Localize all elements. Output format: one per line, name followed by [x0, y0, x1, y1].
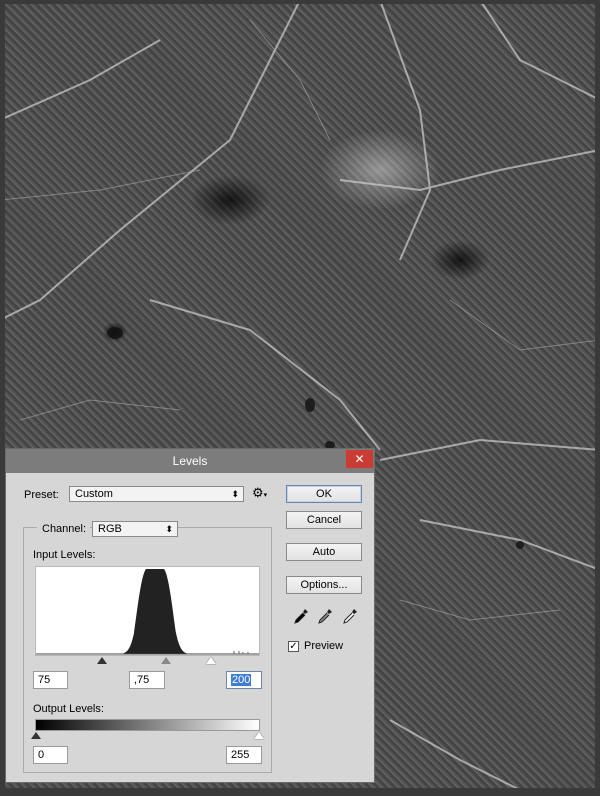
output-gradient	[35, 719, 260, 731]
input-black-slider[interactable]	[97, 657, 107, 664]
input-white-slider[interactable]	[206, 657, 216, 664]
cancel-button[interactable]: Cancel	[286, 511, 362, 529]
white-eyedropper-icon[interactable]	[342, 608, 358, 624]
input-gray-slider[interactable]	[161, 657, 171, 664]
preview-label[interactable]: Preview	[304, 640, 343, 652]
gear-icon[interactable]: ⚙▾	[252, 486, 267, 503]
output-white-value: 255	[231, 749, 250, 761]
input-black-field[interactable]: 75	[33, 671, 68, 689]
options-button[interactable]: Options...	[286, 576, 362, 594]
output-levels-label: Output Levels:	[33, 703, 104, 715]
levels-dialog: Levels ✕ Preset: Custom ⬍ ⚙▾ Channel: RG…	[5, 448, 375, 783]
input-gamma-field[interactable]: ,75	[129, 671, 165, 689]
output-white-slider[interactable]	[254, 732, 264, 739]
options-label: Options...	[300, 579, 348, 591]
input-black-value: 75	[38, 674, 51, 686]
canvas-bottom-border	[0, 788, 600, 796]
channel-select[interactable]: RGB ⬍	[92, 521, 178, 537]
preview-checkbox[interactable]: ✓	[288, 641, 299, 652]
input-white-value: 200	[231, 674, 252, 686]
canvas-top-border	[0, 0, 600, 4]
channel-value: RGB	[98, 523, 122, 535]
canvas-right-border	[595, 0, 600, 796]
check-icon: ✓	[289, 641, 298, 652]
ok-button[interactable]: OK	[286, 485, 362, 503]
output-black-slider[interactable]	[31, 732, 41, 739]
histogram-plot	[36, 569, 259, 655]
preset-value: Custom	[75, 488, 113, 500]
input-white-field[interactable]: 200	[226, 671, 262, 689]
input-levels-label: Input Levels:	[33, 549, 96, 561]
close-button[interactable]: ✕	[346, 450, 373, 468]
black-eyedropper-icon[interactable]	[293, 608, 309, 624]
preset-label: Preset:	[24, 489, 59, 501]
close-icon: ✕	[354, 452, 365, 466]
gray-eyedropper-icon[interactable]	[317, 608, 333, 624]
cancel-label: Cancel	[306, 514, 342, 526]
channel-label: Channel:	[37, 523, 91, 535]
output-white-field[interactable]: 255	[226, 746, 262, 764]
auto-label: Auto	[312, 546, 336, 558]
dialog-title: Levels	[172, 454, 208, 468]
ok-label: OK	[316, 488, 332, 500]
output-black-field[interactable]: 0	[33, 746, 68, 764]
histogram	[35, 566, 260, 656]
output-black-value: 0	[38, 749, 45, 761]
input-gamma-value: ,75	[134, 674, 150, 686]
preset-select[interactable]: Custom ⬍	[69, 486, 244, 502]
select-arrows-icon: ⬍	[165, 524, 173, 534]
select-arrows-icon: ⬍	[231, 489, 239, 499]
auto-button[interactable]: Auto	[286, 543, 362, 561]
dialog-titlebar[interactable]: Levels	[6, 449, 374, 473]
